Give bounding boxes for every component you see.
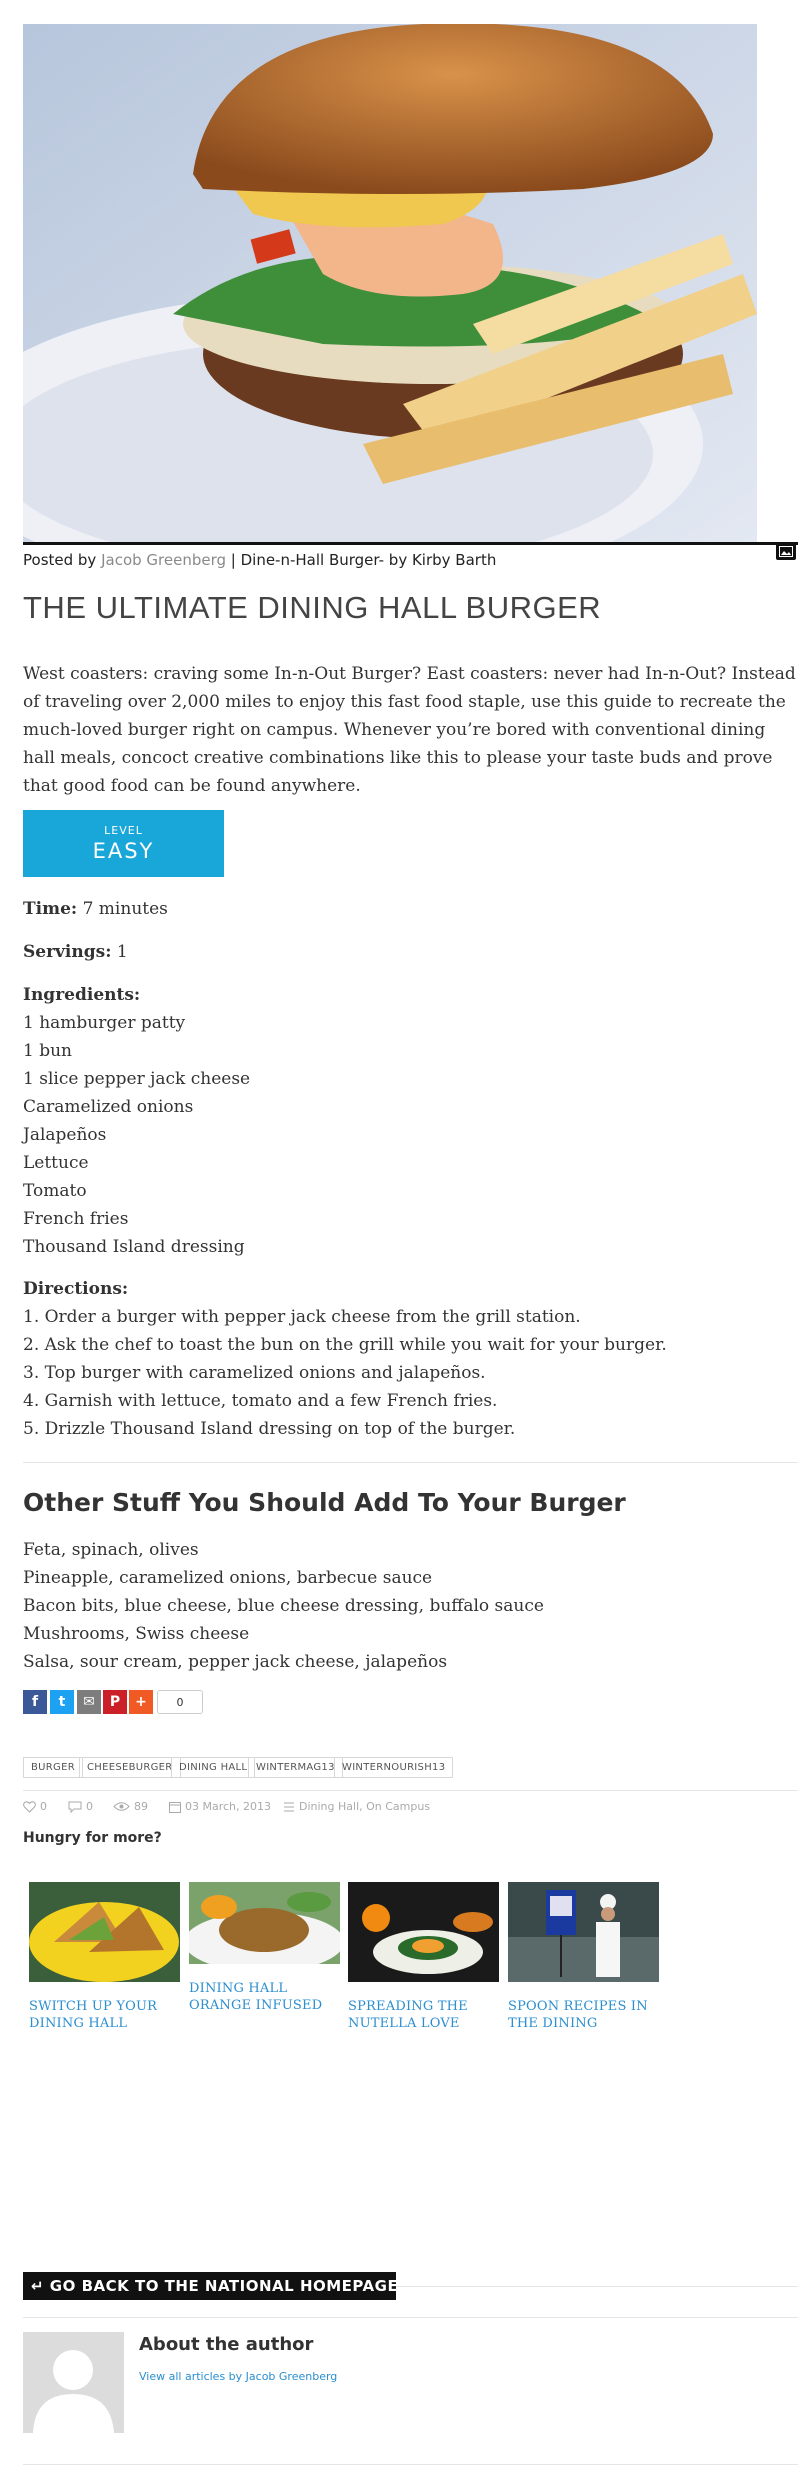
ingredient-item: Jalapeños xyxy=(23,1125,107,1145)
byline-suffix: | Dine-n-Hall Burger- by Kirby Barth xyxy=(226,551,497,569)
calendar-icon xyxy=(169,1801,181,1813)
related-heading: Hungry for more? xyxy=(23,1830,162,1846)
more-share-button[interactable]: + xyxy=(129,1690,153,1714)
intro-paragraph: West coasters: craving some In-n-Out Bur… xyxy=(23,664,796,796)
plus-icon: + xyxy=(135,1694,147,1710)
difficulty-label: LEVEL xyxy=(104,824,143,837)
time-value: 7 minutes xyxy=(77,899,168,919)
tag-burger[interactable]: BURGER xyxy=(23,1757,83,1778)
related-thumb-1[interactable] xyxy=(29,1882,180,1982)
related-title-3[interactable]: SPREADING THE NUTELLA LOVE xyxy=(348,1998,498,2032)
related-thumb-2[interactable] xyxy=(189,1882,340,1964)
direction-step: 3. Top burger with caramelized onions an… xyxy=(23,1363,486,1383)
tag-wintermag13[interactable]: WINTERMAG13 xyxy=(248,1757,343,1778)
pinterest-icon: P xyxy=(109,1694,121,1710)
direction-step: 4. Garnish with lettuce, tomato and a fe… xyxy=(23,1391,498,1411)
comment-icon xyxy=(68,1801,82,1813)
directions-label: Directions: xyxy=(23,1279,129,1299)
hero-image xyxy=(23,24,757,542)
views-meta: 89 xyxy=(113,1800,148,1813)
facebook-icon: f xyxy=(31,1694,39,1710)
tag-dining-hall[interactable]: DINING HALL xyxy=(171,1757,256,1778)
post-categories: Dining Hall, On Campus xyxy=(299,1800,431,1813)
direction-step: 5. Drizzle Thousand Island dressing on t… xyxy=(23,1419,516,1439)
twitter-icon: t xyxy=(58,1694,66,1710)
related-thumb-3[interactable] xyxy=(348,1882,499,1982)
ingredient-item: French fries xyxy=(23,1209,129,1229)
author-divider xyxy=(23,2317,798,2318)
time-row: Time: 7 minutes xyxy=(23,899,168,919)
date-meta: 03 March, 2013 xyxy=(169,1800,271,1813)
ingredients-label: Ingredients: xyxy=(23,985,141,1005)
byline-prefix: Posted by xyxy=(23,551,102,569)
views-count: 89 xyxy=(134,1800,148,1813)
hero-divider xyxy=(23,542,798,545)
tag-cheeseburger[interactable]: CHEESEBURGER xyxy=(79,1757,181,1778)
suggestion-item: Pineapple, caramelized onions, barbecue … xyxy=(23,1568,433,1588)
post-date: 03 March, 2013 xyxy=(185,1800,272,1813)
difficulty-badge: LEVEL EASY xyxy=(23,810,224,877)
national-homepage-button[interactable]: ↵ GO BACK TO THE NATIONAL HOMEPAGE xyxy=(23,2272,398,2300)
direction-step: 1. Order a burger with pepper jack chees… xyxy=(23,1307,581,1327)
tag-winternourish13[interactable]: WINTERNOURISH13 xyxy=(334,1757,454,1778)
ingredient-item: Lettuce xyxy=(23,1153,89,1173)
direction-step: 2. Ask the chef to toast the bun on the … xyxy=(23,1335,667,1355)
pinterest-share-button[interactable]: P xyxy=(103,1690,127,1714)
suggestion-item: Mushrooms, Swiss cheese xyxy=(23,1624,250,1644)
list-icon xyxy=(284,1802,294,1811)
other-stuff-heading: Other Stuff You Should Add To Your Burge… xyxy=(23,1488,626,1517)
ingredient-item: Thousand Island dressing xyxy=(23,1237,245,1257)
ingredient-item: Caramelized onions xyxy=(23,1097,194,1117)
twitter-share-button[interactable]: t xyxy=(50,1690,74,1714)
comments-meta[interactable]: 0 xyxy=(68,1800,93,1813)
related-thumb-4[interactable] xyxy=(508,1882,659,1982)
heart-icon xyxy=(23,1800,36,1813)
ingredients-heading: Ingredients: xyxy=(23,985,140,1005)
servings-value: 1 xyxy=(111,942,128,962)
servings-label: Servings: xyxy=(23,942,112,962)
related-title-2[interactable]: DINING HALL ORANGE INFUSED xyxy=(189,1980,339,2014)
comments-count: 0 xyxy=(86,1800,93,1813)
view-all-articles-link[interactable]: View all articles by Jacob Greenberg xyxy=(139,2370,337,2383)
time-label: Time: xyxy=(23,899,78,919)
categories-meta[interactable]: Dining Hall, On Campus xyxy=(283,1800,430,1813)
meta-divider xyxy=(23,1790,798,1791)
page-title: THE ULTIMATE DINING HALL BURGER xyxy=(23,590,602,625)
post-byline: Posted by Jacob Greenberg | Dine-n-Hall … xyxy=(23,551,496,569)
about-author-heading: About the author xyxy=(139,2334,314,2355)
photo-credit-icon[interactable] xyxy=(776,543,796,560)
related-title-1[interactable]: SWITCH UP YOUR DINING HALL xyxy=(29,1998,179,2032)
difficulty-value: EASY xyxy=(92,839,155,863)
ingredient-item: 1 hamburger patty xyxy=(23,1013,186,1033)
ingredient-item: 1 bun xyxy=(23,1041,72,1061)
servings-row: Servings: 1 xyxy=(23,942,128,962)
ingredient-item: 1 slice pepper jack cheese xyxy=(23,1069,251,1089)
suggestion-item: Salsa, sour cream, pepper jack cheese, j… xyxy=(23,1652,448,1672)
author-link[interactable]: Jacob Greenberg xyxy=(101,551,226,569)
directions-heading: Directions: xyxy=(23,1279,128,1299)
share-count: 0 xyxy=(157,1690,203,1714)
bottom-divider xyxy=(23,2464,798,2465)
section-divider xyxy=(23,1462,798,1463)
suggestion-item: Bacon bits, blue cheese, blue cheese dre… xyxy=(23,1596,544,1616)
email-icon: ✉ xyxy=(83,1694,95,1710)
facebook-share-button[interactable]: f xyxy=(23,1690,47,1714)
related-title-4[interactable]: SPOON RECIPES IN THE DINING xyxy=(508,1998,658,2032)
likes-count: 0 xyxy=(40,1800,47,1813)
eye-icon xyxy=(113,1802,130,1811)
email-share-button[interactable]: ✉ xyxy=(77,1690,101,1714)
likes-meta[interactable]: 0 xyxy=(23,1800,47,1813)
suggestion-item: Feta, spinach, olives xyxy=(23,1540,199,1560)
avatar xyxy=(23,2332,124,2433)
ingredient-item: Tomato xyxy=(23,1181,87,1201)
